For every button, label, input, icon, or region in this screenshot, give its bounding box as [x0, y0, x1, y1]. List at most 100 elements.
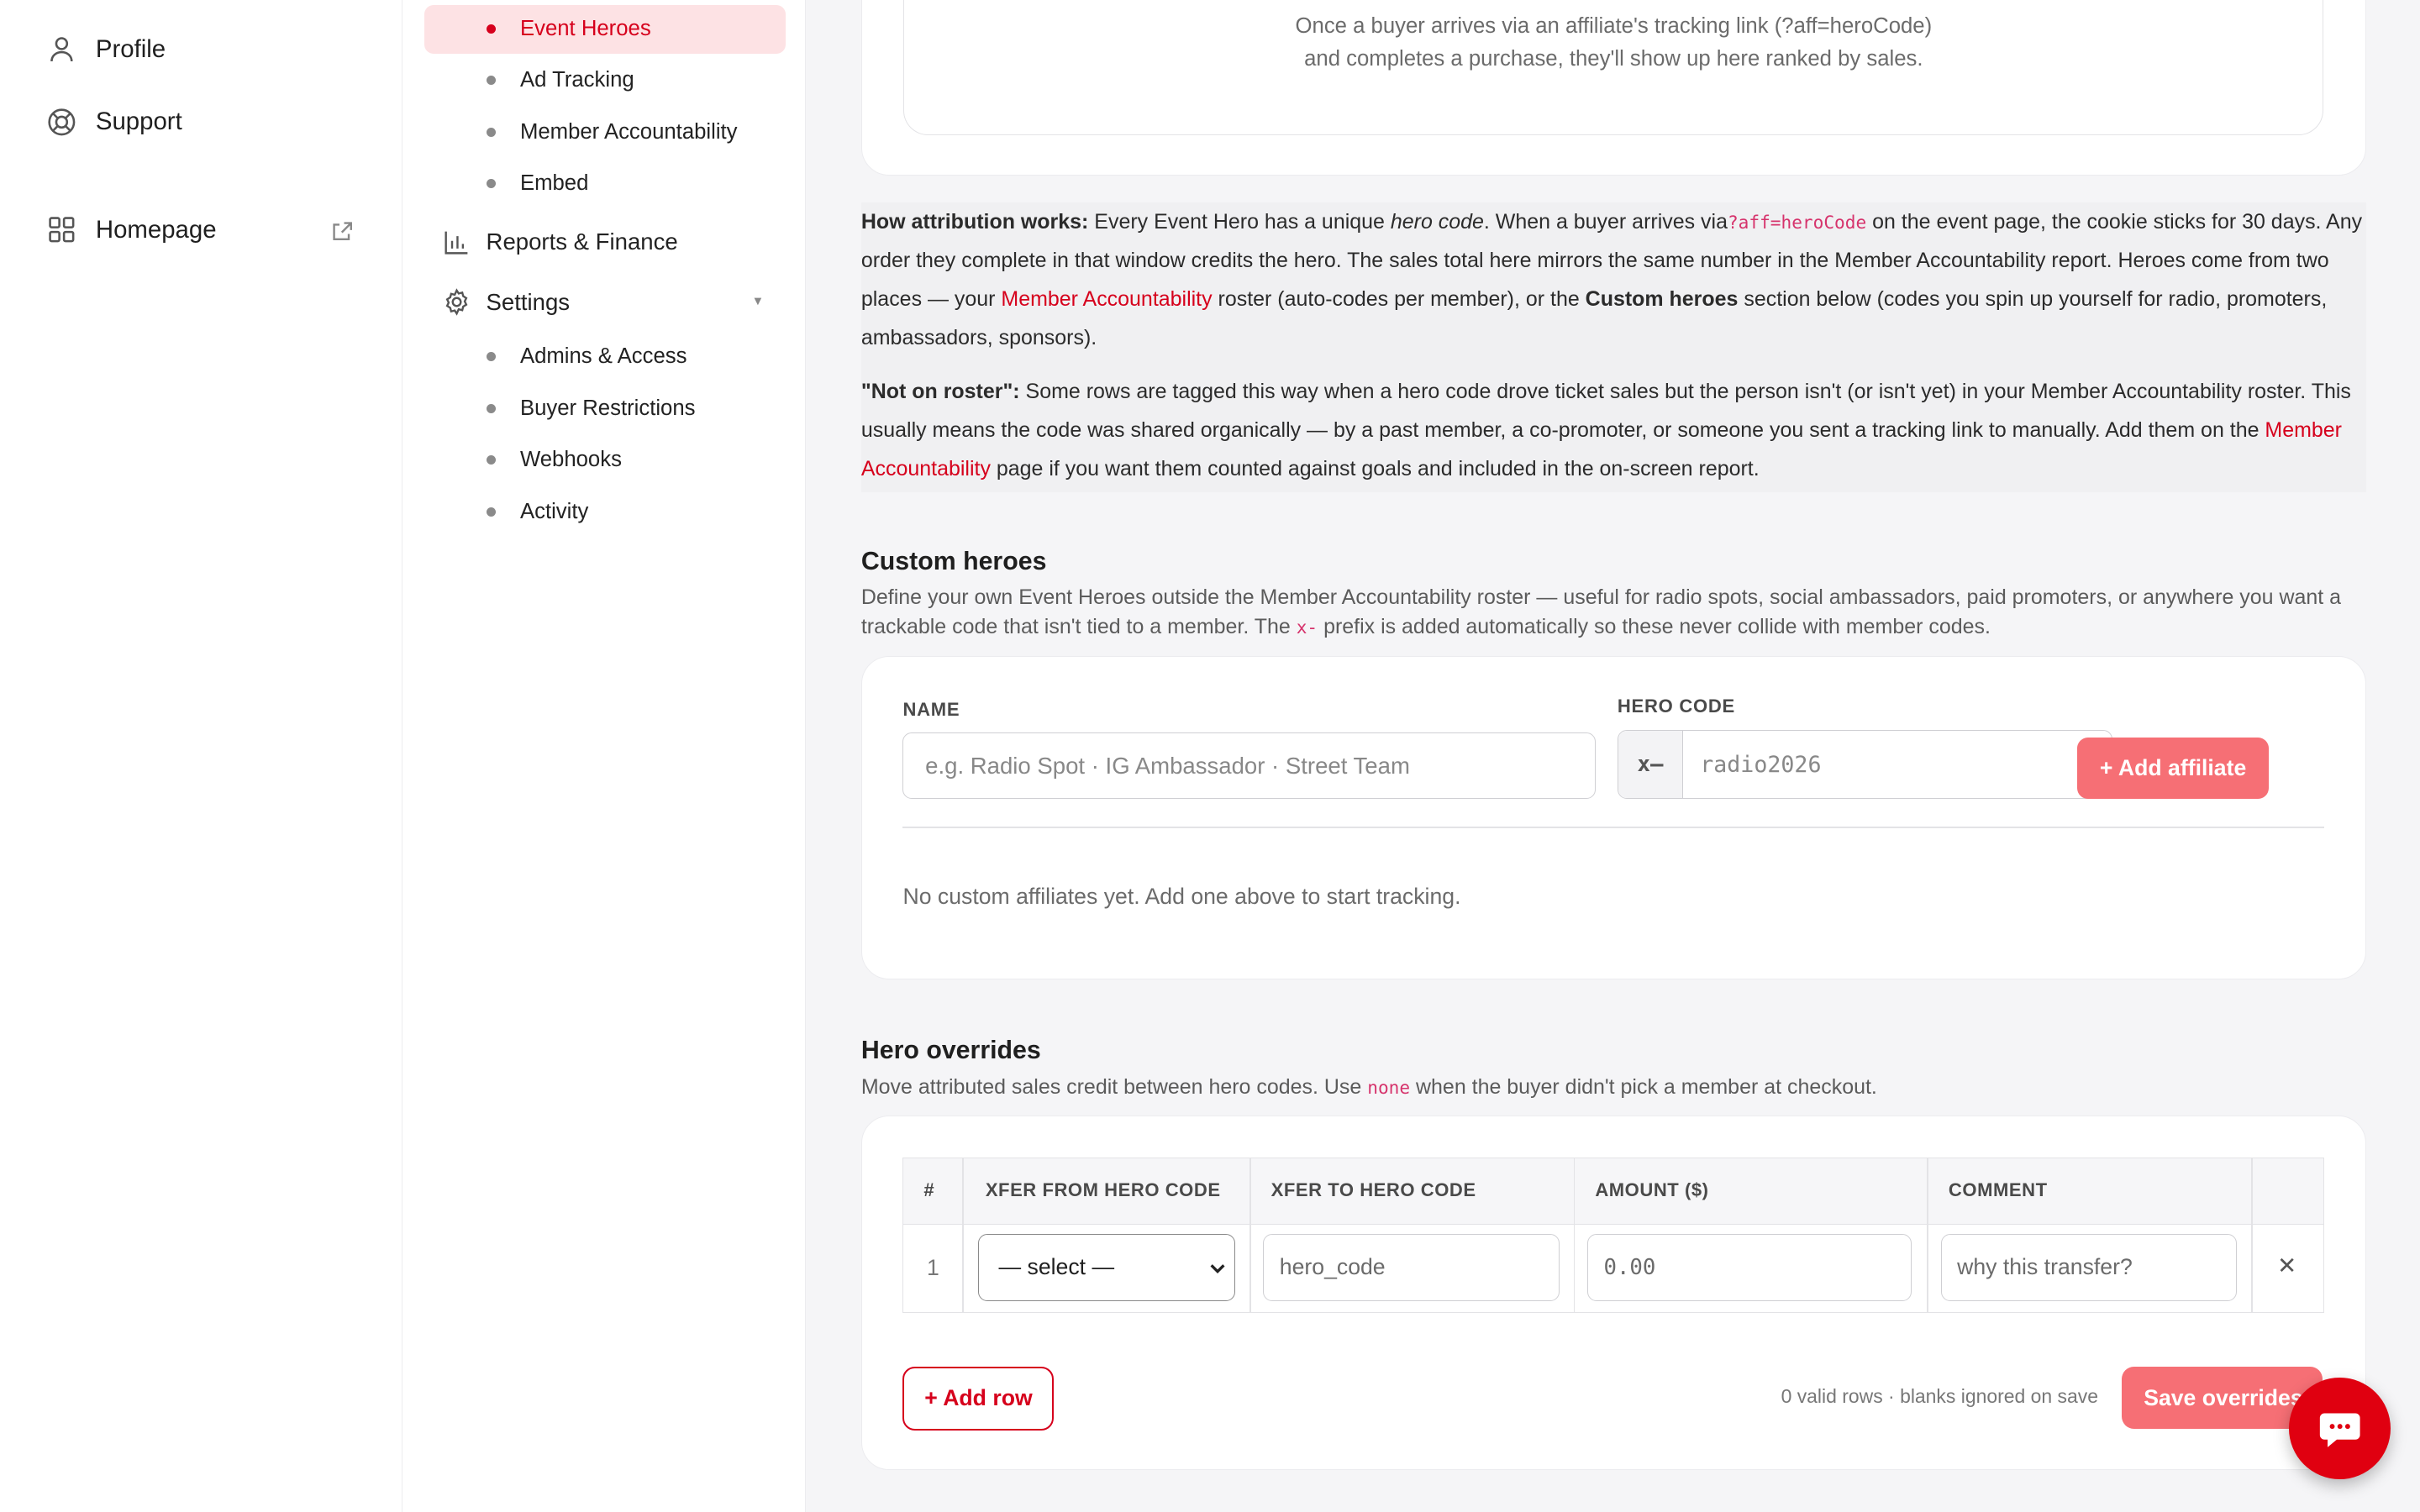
hero-code-label: HERO CODE [1617, 696, 1735, 717]
subnav-group-reports[interactable]: Reports & Finance [424, 216, 786, 268]
rail-item-profile[interactable]: Profile [46, 34, 166, 65]
subnav-item-admins-access[interactable]: Admins & Access [424, 332, 786, 381]
leaderboard-empty-state: Once a buyer arrives via an affiliate's … [903, 0, 2324, 135]
attribution-paragraph: How attribution works: Every Event Hero … [861, 203, 2366, 358]
info-emphasis: hero code [1390, 210, 1484, 234]
desc-text: when the buyer didn't pick a member at c… [1410, 1074, 1877, 1099]
sub-navigation: Event Heroes Ad Tracking Member Accounta… [402, 0, 806, 1512]
subnav-item-embed[interactable]: Embed [424, 159, 786, 208]
subnav-label: Admins & Access [519, 344, 687, 368]
add-row-button[interactable]: + Add row [902, 1367, 1055, 1431]
subnav-item-member-accountability[interactable]: Member Accountability [424, 108, 786, 158]
xfer-from-select[interactable]: — select — [977, 1233, 1236, 1302]
rail-label-support: Support [95, 108, 182, 136]
amount-field[interactable]: 0.00 [1587, 1233, 1912, 1302]
bullet-icon [486, 404, 496, 414]
hero-overrides-description: Move attributed sales credit between her… [861, 1073, 2374, 1103]
bullet-icon [486, 179, 496, 189]
valid-rows-status: 0 valid rows · blanks ignored on save [1781, 1385, 2098, 1408]
info-heading: How attribution works: [860, 210, 1089, 234]
column-header-from: XFER FROM HERO CODE [985, 1179, 1221, 1201]
chevron-down-icon [1210, 1264, 1225, 1273]
info-bold: Custom heroes [1585, 287, 1739, 312]
subnav-item-event-heroes[interactable]: Event Heroes [424, 4, 786, 55]
desc-text: Move attributed sales credit between her… [860, 1074, 1368, 1099]
hero-code-placeholder: radio2026 [1700, 751, 1822, 778]
desc-code: x- [1296, 617, 1318, 638]
column-divider [2250, 1158, 2253, 1313]
chat-bubble-icon [2319, 1413, 2360, 1447]
row-number: 1 [927, 1255, 939, 1281]
desc-code: none [1367, 1076, 1411, 1098]
subnav-item-ad-tracking[interactable]: Ad Tracking [424, 55, 786, 105]
info-text: page if you want them counted against go… [990, 457, 1760, 481]
xfer-to-field[interactable]: hero_code [1263, 1233, 1560, 1302]
subnav-label: Buyer Restrictions [519, 396, 696, 421]
column-header-to: XFER TO HERO CODE [1270, 1179, 1476, 1201]
name-field[interactable]: e.g. Radio Spot · IG Ambassador · Street… [902, 732, 1597, 800]
main-content: Once a buyer arrives via an affiliate's … [806, 0, 2420, 1512]
subnav-label: Webhooks [519, 447, 622, 471]
column-divider [1249, 1158, 1251, 1313]
empty-line-1: Once a buyer arrives via an affiliate's … [1295, 14, 1933, 38]
member-accountability-link[interactable]: Member Accountability [1001, 287, 1212, 311]
user-icon [50, 37, 73, 62]
subnav-group-label: Reports & Finance [486, 228, 678, 255]
custom-heroes-title: Custom heroes [860, 548, 1047, 576]
custom-heroes-description: Define your own Event Heroes outside the… [861, 583, 2374, 643]
rail-label-profile: Profile [95, 34, 166, 63]
subnav-label: Activity [519, 500, 589, 524]
add-affiliate-button[interactable]: + Add affiliate [2077, 737, 2269, 800]
chat-button[interactable] [2288, 1378, 2391, 1480]
not-on-roster-paragraph: "Not on roster": Some rows are tagged th… [861, 373, 2366, 489]
column-divider [1927, 1158, 1929, 1313]
lifebuoy-icon [48, 108, 76, 136]
overrides-table: # XFER FROM HERO CODE XFER TO HERO CODE … [902, 1157, 2325, 1314]
subnav-item-webhooks[interactable]: Webhooks [424, 435, 786, 485]
bullet-icon [486, 351, 496, 361]
custom-affiliates-empty: No custom affiliates yet. Add one above … [902, 884, 1461, 910]
column-divider [962, 1158, 965, 1313]
select-value: — select — [998, 1254, 1115, 1280]
rail-label-homepage: Homepage [95, 215, 217, 244]
chevron-down-icon: ▼ [751, 294, 765, 308]
column-header-comment: COMMENT [1948, 1179, 2048, 1201]
info-code: ?aff=heroCode [1727, 212, 1867, 234]
rail-item-homepage[interactable]: Homepage [46, 214, 217, 245]
comment-field[interactable]: why this transfer? [1940, 1233, 2238, 1302]
custom-heroes-card [860, 655, 2366, 980]
external-link-icon[interactable] [330, 219, 355, 244]
info-text: roster (auto-codes per member), or the [1212, 287, 1586, 312]
info-text: Some rows are tagged this way when a her… [860, 380, 2351, 443]
bullet-icon [486, 454, 496, 465]
empty-line-2: and completes a purchase, they'll show u… [1304, 46, 1923, 71]
subnav-group-settings[interactable]: Settings ▼ [424, 276, 786, 328]
column-header-amount: AMOUNT ($) [1595, 1179, 1709, 1201]
info-heading: "Not on roster": [860, 380, 1020, 404]
name-label: NAME [902, 699, 960, 721]
subnav-item-activity[interactable]: Activity [424, 487, 786, 537]
attribution-info: How attribution works: Every Event Hero … [860, 202, 2366, 492]
leaderboard-card: Once a buyer arrives via an affiliate's … [860, 0, 2366, 176]
hero-code-field[interactable]: x– radio2026 [1617, 729, 2113, 800]
subnav-label: Event Heroes [519, 17, 651, 41]
subnav-label: Member Accountability [519, 120, 738, 144]
info-text: Every Event Hero has a unique [1088, 210, 1391, 234]
gear-icon [445, 288, 468, 317]
subnav-label: Ad Tracking [519, 67, 634, 92]
rail-item-support[interactable]: Support [46, 107, 182, 138]
bullet-icon [486, 128, 496, 138]
desc-text: prefix is added automatically so these n… [1318, 615, 1991, 639]
divider [902, 827, 2325, 829]
subnav-label: Embed [519, 171, 589, 196]
bullet-icon [486, 507, 496, 517]
hero-overrides-title: Hero overrides [860, 1037, 1041, 1065]
column-divider [1573, 1158, 1576, 1313]
hero-code-prefix: x– [1618, 730, 1684, 799]
left-rail: Profile Support Homepage [0, 0, 403, 1512]
info-text: . When a buyer arrives via [1483, 210, 1728, 234]
bar-chart-icon [445, 231, 468, 255]
subnav-item-buyer-restrictions[interactable]: Buyer Restrictions [424, 384, 786, 433]
remove-row-icon[interactable]: ✕ [2277, 1252, 2296, 1279]
bullet-icon [486, 75, 496, 85]
